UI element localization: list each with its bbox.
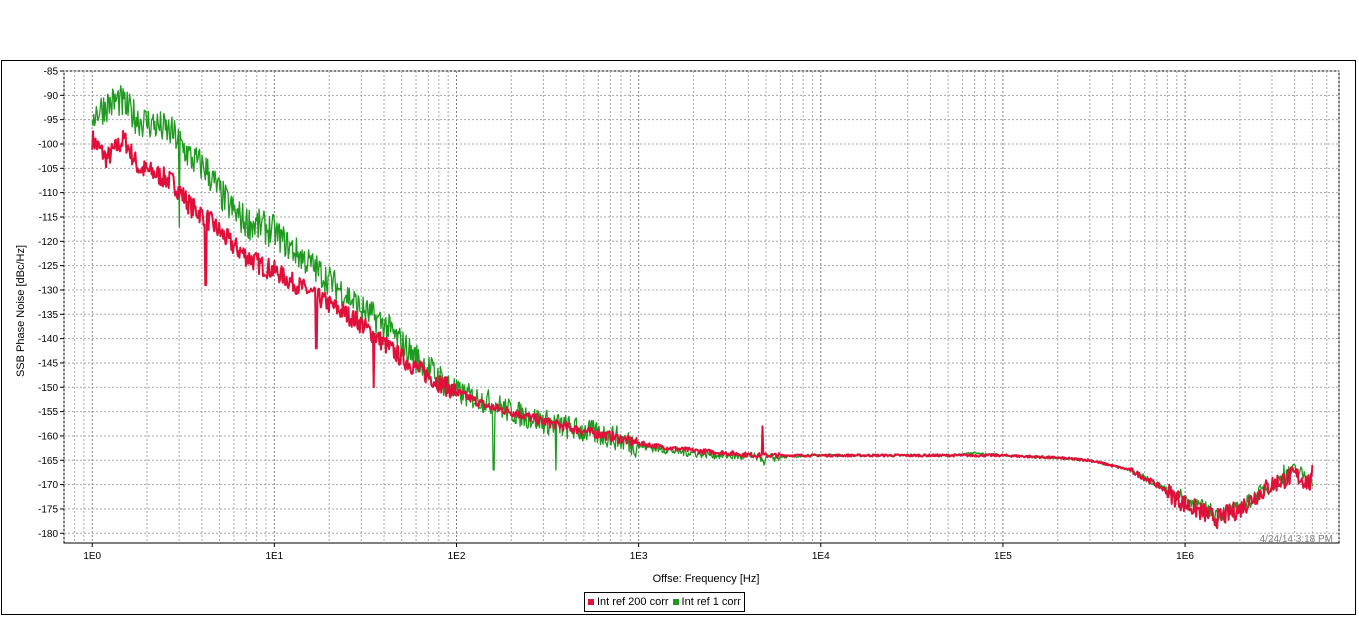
y-tick-label: -85 — [44, 67, 59, 78]
y-tick-label: -160 — [38, 431, 58, 442]
y-tick-label: -115 — [39, 212, 59, 223]
x-tick-label: 1E6 — [1176, 551, 1194, 562]
legend-label: Int ref 200 corr — [597, 596, 669, 608]
x-tick-label: 1E5 — [994, 551, 1012, 562]
y-tick-label: -110 — [39, 188, 59, 199]
legend-label: Int ref 1 corr — [681, 596, 741, 608]
y-tick-label: -175 — [38, 504, 58, 515]
legend-item-int-ref-200-corr[interactable]: Int ref 200 corr — [588, 596, 669, 608]
y-tick-label: -150 — [38, 383, 58, 394]
x-tick-label: 1E2 — [448, 551, 466, 562]
y-tick-label: -100 — [38, 139, 58, 150]
legend-swatch-green — [672, 599, 679, 605]
grid — [63, 70, 1340, 544]
y-tick-label: -165 — [38, 456, 58, 467]
legend: Int ref 200 corr Int ref 1 corr — [584, 592, 745, 612]
y-tick-label: -125 — [38, 261, 58, 272]
legend-item-int-ref-1-corr[interactable]: Int ref 1 corr — [672, 596, 741, 608]
y-tick-label: -180 — [38, 529, 58, 540]
y-tick-label: -90 — [44, 91, 59, 102]
x-tick-label: 1E4 — [812, 551, 830, 562]
y-tick-label: -95 — [44, 115, 59, 126]
chart-frame: -85 -90 -95 -100 -105 -110 -115 -120 -125 -130 -13… — [1, 60, 1356, 615]
y-tick-label: -140 — [38, 334, 58, 345]
y-tick-label: -145 — [38, 358, 58, 369]
phase-noise-chart: -85 -90 -95 -100 -105 -110 -115 -120 -125 -130 -13… — [15, 67, 1340, 585]
y-tick-label: -130 — [38, 285, 58, 296]
x-tick-label: 1E0 — [83, 551, 101, 562]
legend-swatch-red — [588, 599, 594, 605]
y-tick-label: -155 — [38, 407, 58, 418]
plot-area — [63, 70, 1340, 544]
x-tick-label: 1E3 — [630, 551, 648, 562]
y-tick-label: -105 — [38, 164, 58, 175]
x-tick-label: 1E1 — [265, 551, 283, 562]
timestamp: 4/24/14 3:18 PM — [1260, 534, 1333, 545]
x-axis-title: Offse: Frequency [Hz] — [653, 573, 760, 585]
y-tick-label: -170 — [38, 480, 58, 491]
y-axis-title: SSB Phase Noise [dBc/Hz] — [15, 245, 27, 377]
y-tick-label: -135 — [38, 310, 58, 321]
y-tick-label: -120 — [38, 237, 58, 248]
